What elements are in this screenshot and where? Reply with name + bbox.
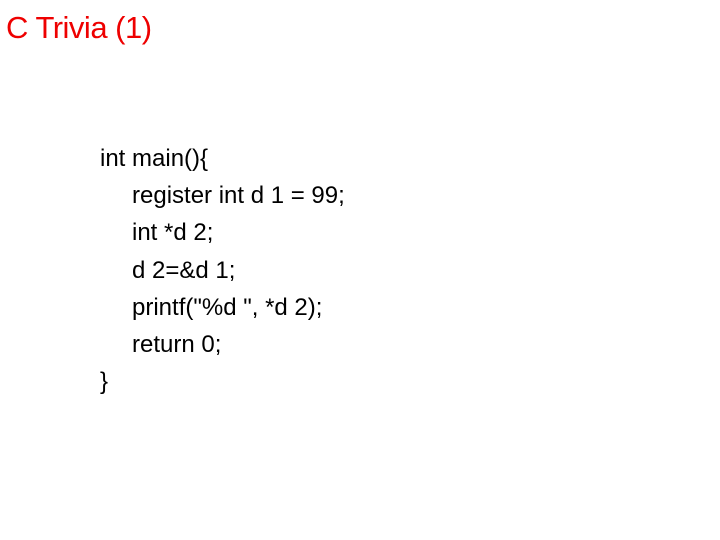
code-line-return: return 0; <box>100 326 345 363</box>
code-line-register: register int d 1 = 99; <box>100 177 345 214</box>
code-line-int-ptr: int *d 2; <box>100 214 345 251</box>
code-block: int main(){ register int d 1 = 99; int *… <box>100 140 345 400</box>
code-line-printf: printf("%d ", *d 2); <box>100 289 345 326</box>
code-line-close-brace: } <box>100 363 345 400</box>
slide-title: C Trivia (1) <box>0 0 720 56</box>
code-line-main-open: int main(){ <box>100 140 345 177</box>
code-line-assign: d 2=&d 1; <box>100 252 345 289</box>
